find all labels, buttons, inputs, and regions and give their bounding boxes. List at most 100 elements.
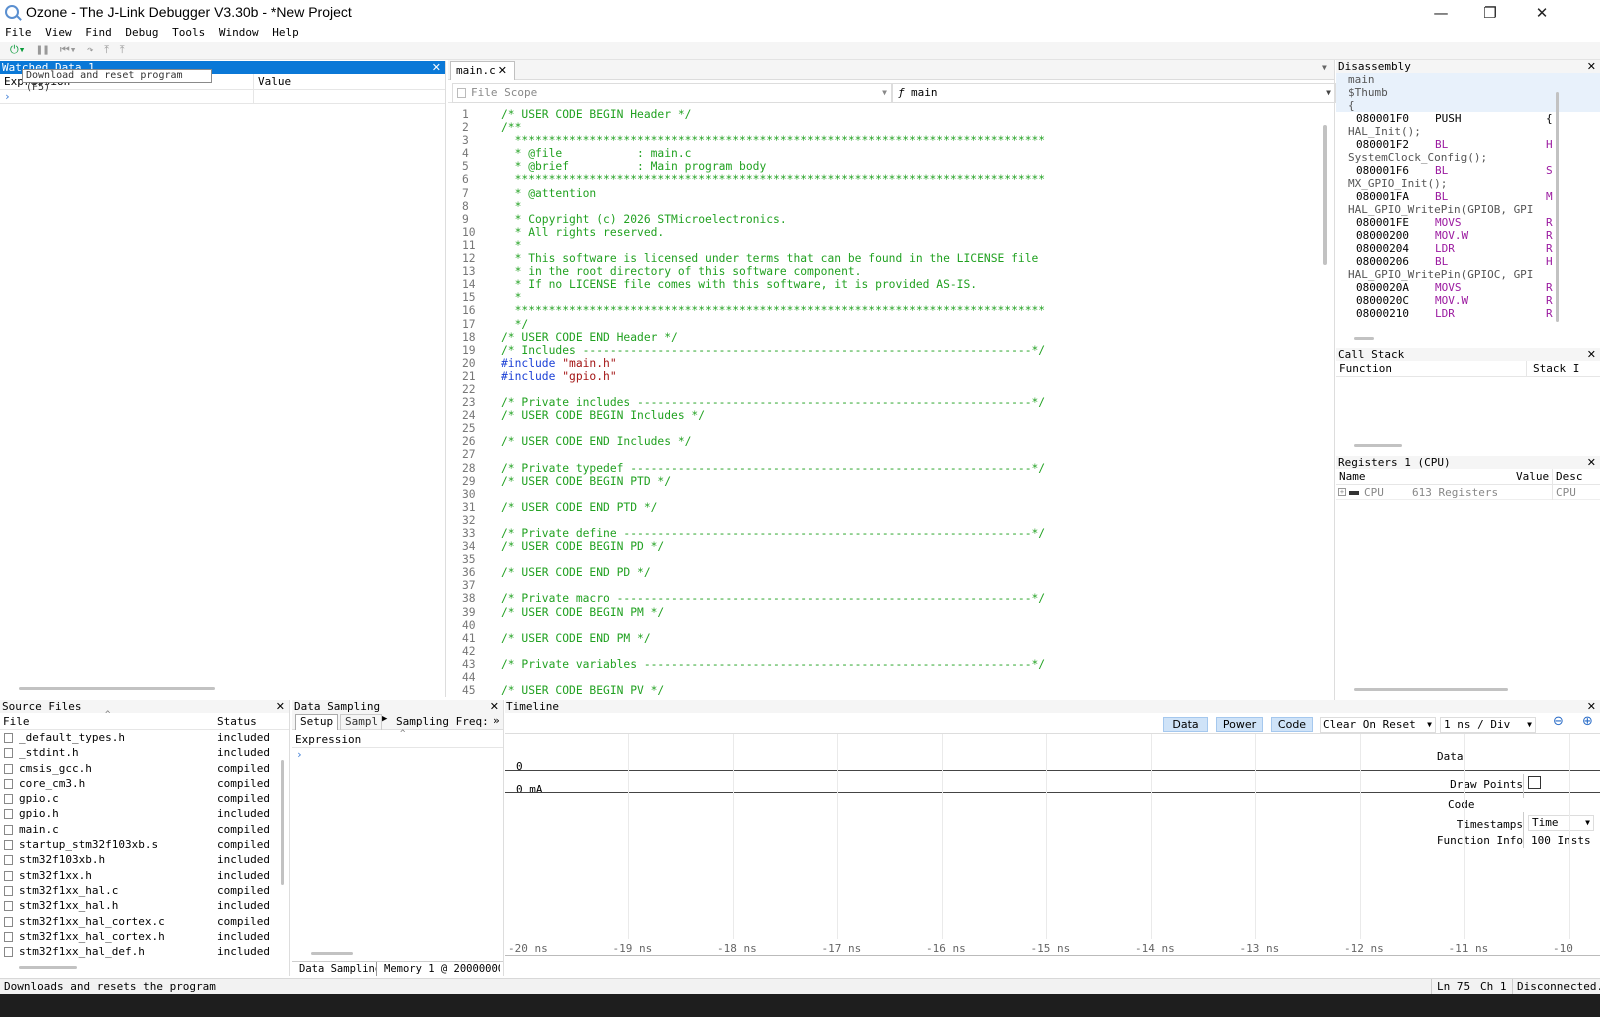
more-icon[interactable]: » — [493, 714, 500, 727]
disassembly-row[interactable]: SystemClock_Config(); — [1336, 151, 1600, 164]
timeline-code-button[interactable]: Code — [1271, 717, 1313, 732]
code-line[interactable]: 43 /* Private variables -----------------… — [448, 658, 1320, 671]
code-line[interactable]: 33 /* Private define --------------------… — [448, 527, 1320, 540]
code-line[interactable]: 41 /* USER CODE END PM */ — [448, 632, 1320, 645]
source-file-row[interactable]: cmsis_gcc.h compiled — [0, 761, 289, 776]
tab-memory[interactable]: Memory 1 @ 20000000 — [384, 962, 500, 976]
close-icon[interactable]: ✕ — [1587, 348, 1596, 361]
step-over-icon[interactable]: ↷ — [87, 42, 94, 58]
disassembly-horizontal-scrollbar[interactable] — [1354, 337, 1374, 340]
code-line[interactable]: 10 * All rights reserved. — [448, 226, 1320, 239]
clear-mode-select[interactable]: Clear On Reset ▼ — [1320, 717, 1436, 733]
code-line[interactable]: 19 /* Includes --------------------------… — [448, 344, 1320, 357]
code-line[interactable]: 13 * in the root directory of this softw… — [448, 265, 1320, 278]
zoom-out-icon[interactable]: ⊖ — [1553, 714, 1564, 729]
code-line[interactable]: 18 /* USER CODE END Header */ — [448, 331, 1320, 344]
zoom-in-icon[interactable]: ⊕ — [1582, 714, 1593, 729]
menu-file[interactable]: File — [5, 26, 32, 39]
code-line[interactable]: 27 — [448, 448, 1320, 461]
disassembly-row[interactable]: MX_GPIO_Init(); — [1336, 177, 1600, 190]
code-line[interactable]: 38 /* Private macro ---------------------… — [448, 592, 1320, 605]
code-line[interactable]: 17 */ — [448, 318, 1320, 331]
code-line[interactable]: 35 — [448, 553, 1320, 566]
column-value[interactable]: Value — [1516, 469, 1549, 485]
close-icon[interactable]: ✕ — [1587, 60, 1596, 73]
disassembly-row[interactable]: 0800020C MOV.W R — [1336, 294, 1600, 307]
disassembly-row[interactable]: HAL_GPIO_WritePin(GPIOC, GPI — [1336, 268, 1600, 281]
code-line[interactable]: 45 /* USER CODE BEGIN PV */ — [448, 684, 1320, 697]
source-file-row[interactable]: main.c compiled — [0, 822, 289, 837]
file-scope-select[interactable]: File Scope ▼ — [452, 83, 892, 103]
source-file-row[interactable]: stm32f1xx_hal.c compiled — [0, 883, 289, 898]
column-function[interactable]: Function — [1339, 361, 1392, 377]
source-files-horizontal-scrollbar[interactable] — [19, 966, 77, 969]
column-file[interactable]: File — [3, 714, 30, 730]
source-file-row[interactable]: startup_stm32f103xb.s compiled — [0, 837, 289, 852]
code-line[interactable]: 42 — [448, 645, 1320, 658]
source-file-list[interactable]: _default_types.h included _stdint.h include… — [0, 730, 289, 959]
call-stack-header[interactable]: Call Stack ✕ — [1336, 348, 1600, 361]
scale-select[interactable]: 1 ns / Div ▼ — [1440, 717, 1536, 733]
code-line[interactable]: 1 /* USER CODE BEGIN Header */ — [448, 108, 1320, 121]
code-line[interactable]: 12 * This software is licensed under ter… — [448, 252, 1320, 265]
disassembly-row[interactable]: 080001F6 BL S — [1336, 164, 1600, 177]
timestamps-select[interactable]: Time ▼ — [1528, 815, 1594, 831]
function-select[interactable]: ƒ main ▼ — [892, 83, 1336, 103]
code-editor[interactable]: 1/* USER CODE BEGIN Header */2/** 3 *****… — [448, 108, 1320, 698]
close-icon[interactable]: ✕ — [490, 700, 499, 713]
code-line[interactable]: 36 /* USER CODE END PD */ — [448, 566, 1320, 579]
timeline-header[interactable]: Timeline ✕ — [505, 700, 1600, 714]
code-line[interactable]: 24 /* USER CODE BEGIN Includes */ — [448, 409, 1320, 422]
data-sampling-header[interactable]: Data Sampling ✕ — [292, 700, 503, 713]
code-line[interactable]: 31 /* USER CODE END PTD */ — [448, 501, 1320, 514]
source-files-header[interactable]: Source Files ✕ — [0, 700, 289, 713]
minimize-button[interactable]: — — [1418, 0, 1464, 26]
code-line[interactable]: 7 * @attention — [448, 187, 1320, 200]
code-line[interactable]: 23 /* Private includes ------------------… — [448, 396, 1320, 409]
menu-window[interactable]: Window — [219, 26, 259, 39]
registers-header[interactable]: Registers 1 (CPU) ✕ — [1336, 456, 1600, 469]
tab-main-c[interactable]: main.c ✕ — [450, 61, 515, 80]
disassembly-row[interactable]: 080001F2 BL H — [1336, 138, 1600, 151]
close-icon[interactable]: ✕ — [276, 700, 285, 713]
source-file-row[interactable]: stm32f103xb.h included — [0, 852, 289, 867]
code-line[interactable]: 44 — [448, 671, 1320, 684]
sampling-add-row[interactable]: › — [292, 748, 503, 762]
source-file-row[interactable]: stm32f1xx_hal_cortex.h included — [0, 929, 289, 944]
close-icon[interactable]: ✕ — [1587, 456, 1596, 469]
disassembly-row[interactable]: 080001FE MOVS R — [1336, 216, 1600, 229]
disassembly-row[interactable]: HAL_Init(); — [1336, 125, 1600, 138]
code-line[interactable]: 28 /* Private typedef -------------------… — [448, 462, 1320, 475]
source-file-row[interactable]: _stdint.h included — [0, 745, 289, 760]
close-icon[interactable]: ✕ — [1587, 700, 1596, 713]
disassembly-vertical-scrollbar[interactable] — [1556, 92, 1559, 322]
draw-points-checkbox[interactable] — [1528, 776, 1541, 789]
timeline-data-button[interactable]: Data — [1163, 717, 1208, 732]
disassembly-row[interactable]: 080001FA BL M — [1336, 190, 1600, 203]
code-line[interactable]: 5 * @brief : Main program body — [448, 160, 1320, 173]
tab-samples[interactable]: Sampl — [340, 714, 382, 730]
watched-add-row[interactable]: › — [0, 90, 445, 104]
disassembly-row[interactable]: { — [1336, 99, 1600, 112]
register-row-cpu[interactable]: + CPU 613 Registers CPU — [1336, 485, 1600, 500]
code-line[interactable]: 20 #include "main.h" — [448, 357, 1320, 370]
editor-vertical-scrollbar[interactable] — [1323, 125, 1327, 265]
code-line[interactable]: 37 — [448, 579, 1320, 592]
disassembly-row[interactable]: 080001F0 PUSH { — [1336, 112, 1600, 125]
disassembly-row[interactable]: 08000200 MOV.W R — [1336, 229, 1600, 242]
menu-help[interactable]: Help — [272, 26, 299, 39]
code-line[interactable]: 4 * @file : main.c — [448, 147, 1320, 160]
tab-setup[interactable]: Setup — [295, 714, 339, 730]
code-line[interactable]: 34 /* USER CODE BEGIN PD */ — [448, 540, 1320, 553]
code-line[interactable]: 11 * — [448, 239, 1320, 252]
column-status[interactable]: Status — [217, 714, 257, 730]
source-file-row[interactable]: stm32f1xx_hal.h included — [0, 898, 289, 913]
disassembly-list[interactable]: main $Thumb{080001F0 PUSH{HAL_Init(); 08000… — [1336, 73, 1600, 320]
menu-debug[interactable]: Debug — [125, 26, 158, 39]
source-file-row[interactable]: gpio.c compiled — [0, 791, 289, 806]
column-stack[interactable]: Stack I — [1526, 361, 1579, 377]
source-file-row[interactable]: stm32f1xx_hal_cortex.c compiled — [0, 914, 289, 929]
code-line[interactable]: 29 /* USER CODE BEGIN PTD */ — [448, 475, 1320, 488]
source-file-row[interactable]: core_cm3.h compiled — [0, 776, 289, 791]
disassembly-row[interactable]: 08000204 LDR R — [1336, 242, 1600, 255]
